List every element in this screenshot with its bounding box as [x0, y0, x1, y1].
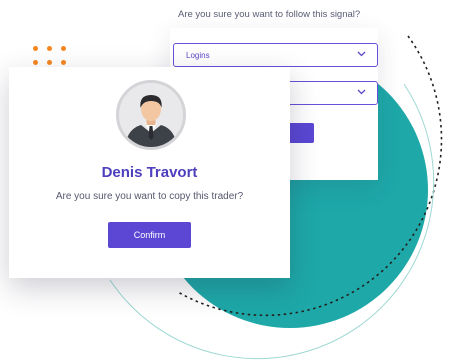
follow-signal-question: Are you sure you want to follow this sig… [178, 9, 361, 20]
chevron-down-icon [357, 89, 366, 95]
trader-avatar [116, 80, 186, 150]
chevron-down-icon [357, 51, 366, 57]
person-avatar-icon [119, 83, 183, 147]
confirm-button[interactable]: Confirm [108, 222, 191, 248]
copy-trader-dialog: Denis Travort Are you sure you want to c… [9, 67, 290, 278]
logins-select[interactable]: Logins [173, 43, 378, 67]
logins-select-value: Logins [186, 51, 210, 60]
trader-name: Denis Travort [101, 164, 198, 181]
copy-trader-question: Are you sure you want to copy this trade… [55, 191, 244, 202]
